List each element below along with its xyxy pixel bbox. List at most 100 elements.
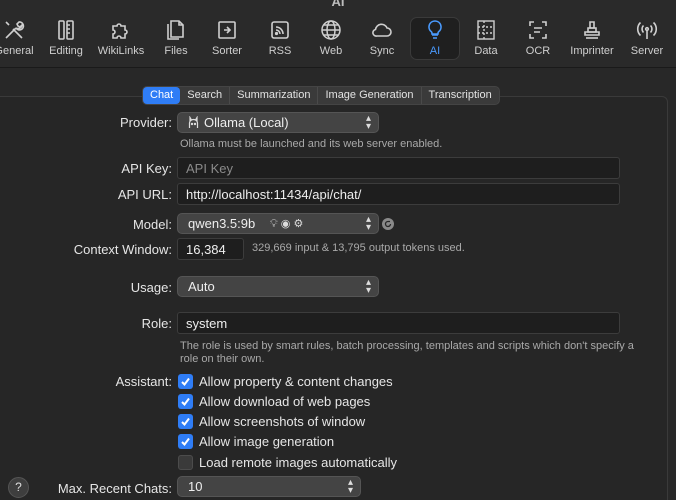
segmented-tabs: Chat Search Summarization Image Generati…: [142, 86, 500, 105]
tab-search[interactable]: Search: [180, 87, 231, 104]
chevron-updown-icon: ▴ ▾: [365, 277, 371, 296]
toolbar-label: General: [0, 45, 34, 57]
role-field[interactable]: system: [177, 312, 620, 334]
checkbox-checked[interactable]: [178, 393, 193, 409]
role-note-line1: The role is used by smart rules, batch p…: [180, 340, 634, 352]
role-note-line2: role on their own.: [180, 353, 265, 365]
checkbox-load-remote-images[interactable]: Load remote images automatically: [178, 454, 397, 470]
toolbar-item-ocr[interactable]: OCR: [518, 18, 558, 64]
toolbar-label: Data: [474, 45, 498, 57]
files-icon: [167, 20, 184, 40]
tab-chat[interactable]: Chat: [143, 87, 181, 104]
checkbox-checked[interactable]: [178, 373, 193, 389]
toolbar-item-editing[interactable]: Editing: [44, 18, 88, 64]
toolbar-label: Imprinter: [570, 45, 614, 57]
checkmark-icon: [181, 437, 190, 446]
usage-label: Usage:: [130, 280, 172, 295]
api-key-label: API Key:: [121, 161, 172, 176]
checkmark-icon: [181, 417, 190, 426]
provider-label: Provider:: [119, 115, 172, 130]
ollama-llama-icon: [188, 116, 199, 128]
provider-note: Ollama must be launched and its web serv…: [180, 138, 443, 150]
toolbar-item-imprinter[interactable]: Imprinter: [566, 18, 618, 64]
refresh-icon: [384, 220, 392, 228]
chevron-updown-icon: ▴ ▾: [365, 214, 371, 233]
role-label: Role:: [141, 316, 172, 331]
checkbox-allow-property-changes[interactable]: Allow property & content changes: [178, 373, 393, 389]
chevron-updown-icon: ▴ ▾: [365, 113, 371, 132]
checkbox-checked[interactable]: [178, 433, 193, 449]
checkbox-allow-download[interactable]: Allow download of web pages: [178, 393, 370, 409]
sorter-tray-icon: [218, 21, 236, 39]
toolbar-label: RSS: [268, 45, 292, 57]
eye-icon: ◉: [280, 218, 291, 230]
rss-icon: [271, 21, 289, 39]
token-usage-note: 329,669 input & 13,795 output tokens use…: [252, 242, 465, 254]
toolbar-label: Editing: [49, 45, 83, 57]
usage-popup[interactable]: Auto ▴ ▾: [177, 276, 379, 297]
checkmark-icon: [181, 377, 190, 386]
toolbar-label: Web: [319, 45, 343, 57]
refresh-models-button[interactable]: [382, 218, 394, 230]
toolbar-item-server[interactable]: Server: [626, 18, 668, 64]
toolbar-item-sorter[interactable]: Sorter: [204, 18, 250, 64]
context-window-label: Context Window:: [73, 242, 172, 257]
toolbar-label: Sync: [369, 45, 395, 57]
toolbar-label: Server: [630, 45, 664, 57]
lightbulb-icon: 💡︎: [270, 218, 278, 230]
preferences-toolbar: AI General Editing WikiLinks Files Sorte…: [0, 0, 676, 68]
provider-value: Ollama (Local): [204, 115, 289, 130]
checkbox-checked[interactable]: [178, 413, 193, 429]
toolbar-label: OCR: [525, 45, 551, 57]
pencil-ruler-icon: [58, 20, 74, 40]
checkbox-allow-image-generation[interactable]: Allow image generation: [178, 433, 334, 449]
assistant-label: Assistant:: [115, 374, 172, 389]
checkmark-icon: [181, 397, 190, 406]
stamp-icon: [584, 21, 600, 39]
cloud-icon: [372, 23, 392, 37]
checkbox-label: Allow image generation: [199, 433, 335, 449]
checkbox-label: Allow screenshots of window: [199, 413, 366, 429]
checkbox-allow-screenshots[interactable]: Allow screenshots of window: [178, 413, 365, 429]
tab-image-generation[interactable]: Image Generation: [318, 87, 422, 104]
api-url-label: API URL:: [117, 187, 172, 202]
gear-icon: ⚙: [293, 218, 304, 230]
toolbar-label: WikiLinks: [97, 45, 145, 57]
globe-icon: [321, 20, 341, 40]
toolbar-item-rss[interactable]: RSS: [258, 18, 302, 64]
toolbar-label: AI: [429, 45, 441, 57]
wrench-screwdriver-icon: [5, 21, 25, 39]
lightbulb-icon: [428, 20, 442, 39]
checkbox-label: Load remote images automatically: [199, 454, 397, 470]
model-popup[interactable]: qwen3.5:9b 💡︎ ◉ ⚙ ▴ ▾: [177, 213, 379, 234]
checkbox-label: Allow property & content changes: [199, 373, 393, 389]
toolbar-item-files[interactable]: Files: [156, 18, 196, 64]
max-recent-chats-value: 10: [188, 479, 203, 494]
checkbox-label: Allow download of web pages: [199, 393, 371, 409]
max-recent-chats-label: Max. Recent Chats:: [57, 481, 172, 496]
provider-popup[interactable]: Ollama (Local) ▴ ▾: [177, 112, 379, 133]
model-value: qwen3.5:9b: [188, 216, 256, 231]
toolbar-item-data[interactable]: Data: [468, 18, 504, 64]
model-label: Model:: [132, 217, 172, 232]
api-url-field[interactable]: http://localhost:11434/api/chat/: [177, 183, 620, 205]
max-recent-chats-popup[interactable]: 10 ▴ ▾: [177, 476, 361, 497]
usage-value: Auto: [188, 279, 215, 294]
toolbar-item-general[interactable]: General: [0, 18, 36, 64]
chevron-updown-icon: ▴ ▾: [347, 477, 353, 496]
toolbar-item-sync[interactable]: Sync: [360, 18, 404, 64]
toolbar-item-wikilinks[interactable]: WikiLinks: [94, 18, 148, 64]
help-button[interactable]: ?: [8, 477, 29, 498]
api-key-field[interactable]: API Key: [177, 157, 620, 179]
checkbox-unchecked[interactable]: [178, 454, 193, 470]
toolbar-item-web[interactable]: Web: [310, 18, 352, 64]
toolbar-label: Sorter: [212, 45, 242, 57]
data-grid-icon: [477, 20, 495, 40]
toolbar-item-ai[interactable]: AI: [410, 17, 460, 60]
ocr-scan-icon: [529, 21, 547, 39]
puzzle-icon: [112, 23, 128, 39]
tab-summarization[interactable]: Summarization: [230, 87, 319, 104]
context-window-field[interactable]: 16,384: [177, 238, 244, 260]
tab-transcription[interactable]: Transcription: [422, 87, 499, 104]
window-title: AI: [331, 0, 345, 9]
